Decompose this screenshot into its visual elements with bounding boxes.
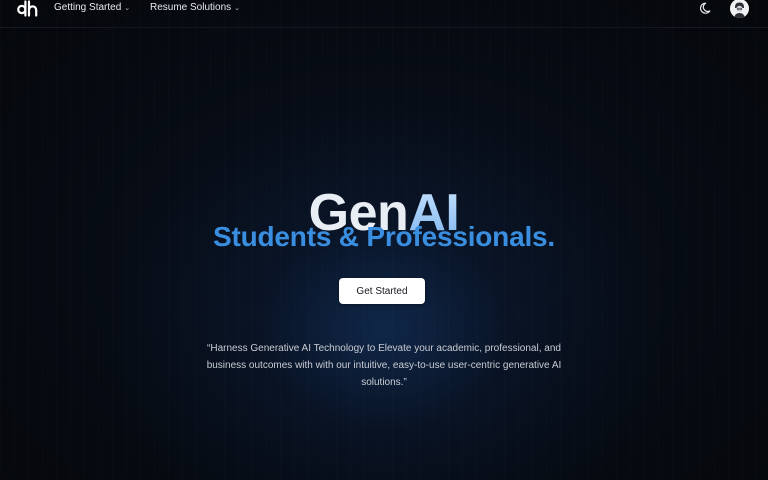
chevron-down-icon: ⌄ [124, 4, 131, 12]
moon-icon[interactable] [700, 1, 714, 15]
brand-logo[interactable]: dh [16, 0, 40, 18]
chevron-down-icon: ⌄ [234, 4, 241, 12]
hero-subtitle: Students & Professionals. [213, 221, 555, 252]
nav-resume-solutions[interactable]: Resume Solutions ⌄ [150, 2, 240, 13]
user-avatar[interactable] [730, 0, 749, 18]
page: dh Getting Started ⌄ Resume Solutions ⌄ [0, 0, 768, 480]
nav-getting-started-label: Getting Started [54, 2, 122, 13]
nav-resume-solutions-label: Resume Solutions [150, 2, 232, 13]
get-started-button[interactable]: Get Started [339, 278, 425, 304]
nav-getting-started[interactable]: Getting Started ⌄ [54, 2, 130, 13]
hero-quote: “Harness Generative AI Technology to Ele… [206, 343, 562, 388]
avatar-icon [730, 0, 749, 18]
top-navbar: dh Getting Started ⌄ Resume Solutions ⌄ [0, 0, 768, 28]
